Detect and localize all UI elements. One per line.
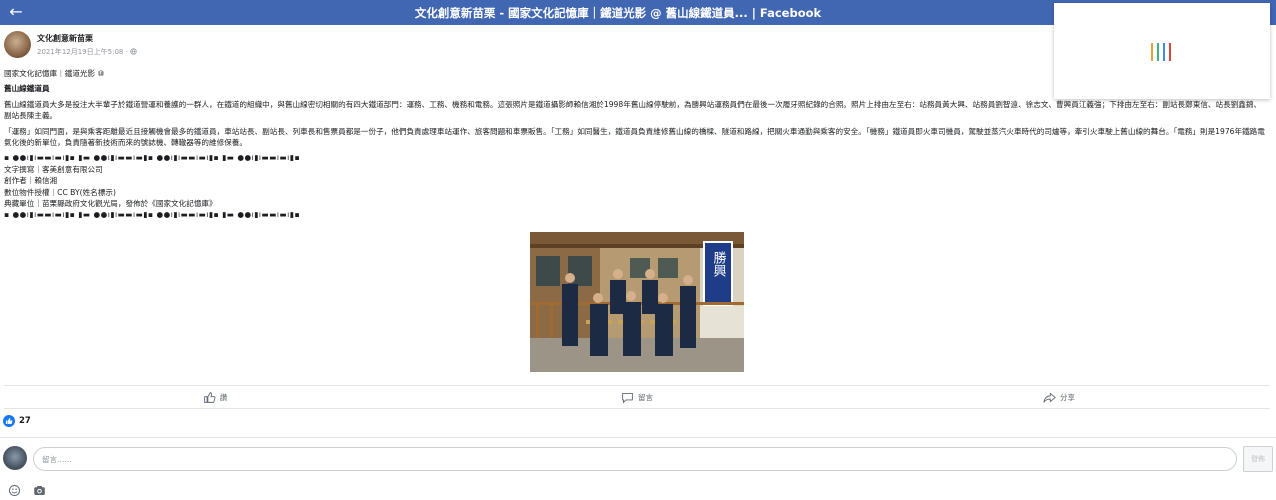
user-avatar <box>3 446 27 470</box>
post-actions: 讚 留言 分享 <box>4 385 1270 409</box>
post-timestamp[interactable]: 2021年12月19日上午5:08 · <box>37 47 137 57</box>
comment-label: 留言 <box>638 392 653 402</box>
credit-line: 創作者｜賴信湘 <box>4 176 58 186</box>
post-paragraph: 「運務」如同門面，是與乘客距離最近且接觸機會最多的鐵道員，車站站長、副站長、列車… <box>4 126 1265 148</box>
share-button[interactable]: 分享 <box>848 386 1270 408</box>
post-photo[interactable]: 勝興 <box>530 232 744 372</box>
divider <box>0 437 1276 438</box>
arrow-left-icon[interactable]: ← <box>6 2 26 22</box>
loading-bar <box>1157 43 1159 61</box>
comment-tools <box>8 484 46 497</box>
comment-composer: 發佈 <box>3 446 1273 472</box>
loading-spinner <box>1151 43 1171 61</box>
share-label: 分享 <box>1060 392 1075 402</box>
page-meta: 文化創意新苗栗 2021年12月19日上午5:08 · <box>37 33 137 57</box>
emoji-icon[interactable] <box>8 484 21 497</box>
credit-line: 典藏單位｜苗栗縣政府文化觀光局，發佈於《國家文化記憶庫》 <box>4 199 217 209</box>
station-group-photo: 勝興 <box>530 232 744 372</box>
post-body: 國家文化記憶庫｜鐵道光影 ⑩ 舊山線鐵道員 舊山線鐵道員大多是投注大半輩子於鐵道… <box>4 68 1266 221</box>
reaction-summary[interactable]: 27 <box>3 415 31 427</box>
post-separator: ▪ ●●ı▮ı▬▬ı▬ı▮▪ ▮▬ ●●ı▮ı▬▬ı▬▮▪ ●●ı▮ı▬▬ı▬ı… <box>4 153 301 163</box>
post-heading: 國家文化記憶庫｜鐵道光影 ⑩ <box>4 69 105 78</box>
credit-line: 數位物件授權｜CC BY(姓名標示) <box>4 187 116 197</box>
post-paragraph: 舊山線鐵道員大多是投注大半輩子於鐵道營運和養護的一群人，在鐵道的組織中，與舊山線… <box>4 99 1262 121</box>
comment-input[interactable] <box>33 447 1237 471</box>
like-count: 27 <box>19 416 31 426</box>
page-avatar[interactable] <box>4 31 31 58</box>
credit-line: 文字撰寫｜客美創意有限公司 <box>4 164 103 174</box>
globe-icon <box>130 47 137 55</box>
station-sign: 勝興 <box>711 251 727 277</box>
post-separator: ▪ ●●ı▮ı▬▬ı▬ı▮▪ ▮▬ ●●ı▮ı▬▬ı▬▮▪ ●●ı▮ı▬▬ı▬ı… <box>4 210 301 220</box>
loading-bar <box>1169 43 1171 61</box>
thumbs-up-icon <box>203 391 216 403</box>
loading-bar <box>1163 43 1165 61</box>
like-thumb-icon <box>3 415 15 427</box>
loading-bar <box>1151 43 1153 61</box>
post-subheading: 舊山線鐵道員 <box>4 84 50 94</box>
like-button[interactable]: 讚 <box>4 386 426 408</box>
post-header: 文化創意新苗栗 2021年12月19日上午5:08 · <box>4 31 137 58</box>
like-label: 讚 <box>219 392 228 402</box>
camera-icon[interactable] <box>33 484 46 497</box>
comment-icon <box>622 392 633 403</box>
post-comment-button[interactable]: 發佈 <box>1243 446 1273 472</box>
page-name[interactable]: 文化創意新苗栗 <box>37 33 137 44</box>
share-icon <box>1043 391 1056 403</box>
post-time-text: 2021年12月19日上午5:08 · <box>37 47 131 56</box>
comment-button[interactable]: 留言 <box>426 386 848 408</box>
